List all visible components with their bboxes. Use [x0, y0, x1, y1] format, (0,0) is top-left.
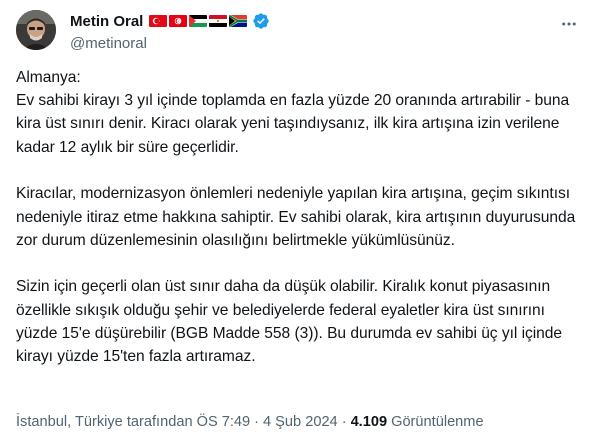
user-handle[interactable]: @metinoral: [70, 34, 553, 53]
egypt-flag-icon: [209, 15, 228, 27]
tweet-time[interactable]: ÖS 7:49: [197, 412, 251, 432]
meta-separator: ·: [341, 414, 347, 430]
avatar-image: [16, 10, 56, 50]
tweet-paragraph: Almanya: Ev sahibi kirayı 3 yıl içinde t…: [16, 69, 570, 156]
translated-from-text: İstanbul, Türkiye tarafından: [16, 414, 193, 430]
tweet-header: Metin Oral @metinoral: [70, 11, 553, 53]
tweet-date[interactable]: 4 Şub 2024: [263, 412, 338, 432]
verified-badge-icon[interactable]: [252, 12, 270, 30]
avatar[interactable]: [16, 10, 56, 50]
views-count: 4.109: [350, 414, 388, 430]
tweet-meta: İstanbul, Türkiye tarafından ÖS 7:49 · 4…: [16, 412, 484, 432]
tweet-text: Almanya: Ev sahibi kirayı 3 yıl içinde t…: [16, 66, 581, 392]
more-options-button[interactable]: [559, 14, 579, 34]
tweet-card: Metin Oral @metinoral Almanya: Ev sahibi…: [0, 0, 593, 445]
more-horizontal-icon: [562, 22, 576, 26]
tweet-paragraph: Kiracılar, modernizasyon önlemleri neden…: [16, 185, 576, 249]
views-label: Görüntülenme: [391, 414, 484, 430]
tunisia-flag-icon: [169, 15, 188, 27]
south-africa-flag-icon: [229, 15, 248, 27]
tweet-paragraph: Sizin için geçerli olan üst sınır daha d…: [16, 278, 563, 366]
palestine-flag-icon: [189, 15, 208, 27]
meta-separator: ·: [254, 414, 260, 430]
name-row: Metin Oral: [70, 11, 553, 31]
display-name[interactable]: Metin Oral: [70, 13, 143, 30]
turkey-flag-icon: [149, 15, 168, 27]
